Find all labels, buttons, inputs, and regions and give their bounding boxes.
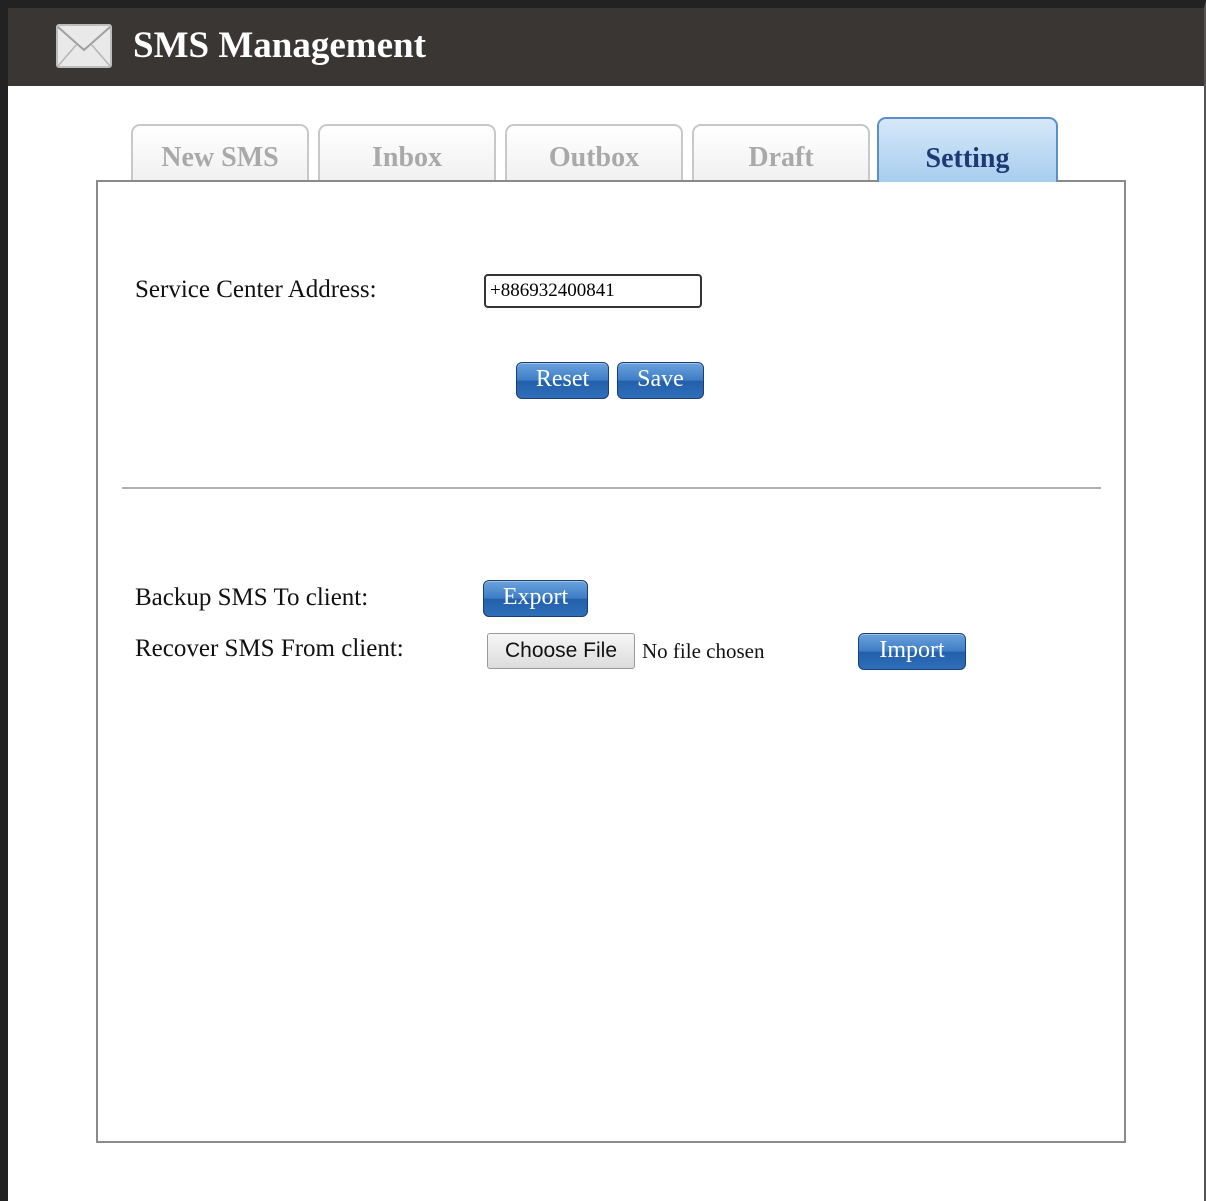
backup-label: Backup SMS To client: [135,584,369,611]
save-button[interactable]: Save [617,362,704,399]
service-center-input[interactable] [484,274,702,308]
tab-outbox[interactable]: Outbox [505,124,683,182]
envelope-icon [56,24,112,68]
export-button[interactable]: Export [483,580,588,617]
import-button[interactable]: Import [858,633,966,670]
choose-file-button[interactable]: Choose File [487,633,635,669]
page-title: SMS Management [133,25,426,66]
tab-inbox[interactable]: Inbox [318,124,496,182]
reset-button[interactable]: Reset [516,362,609,399]
tab-setting[interactable]: Setting [877,117,1058,182]
file-status-text: No file chosen [642,639,765,663]
recover-label: Recover SMS From client: [135,635,404,662]
section-divider [122,487,1101,489]
tab-draft[interactable]: Draft [692,124,870,182]
service-center-label: Service Center Address: [135,276,377,303]
tab-new-sms[interactable]: New SMS [131,124,309,182]
title-bar: SMS Management [8,8,1204,86]
